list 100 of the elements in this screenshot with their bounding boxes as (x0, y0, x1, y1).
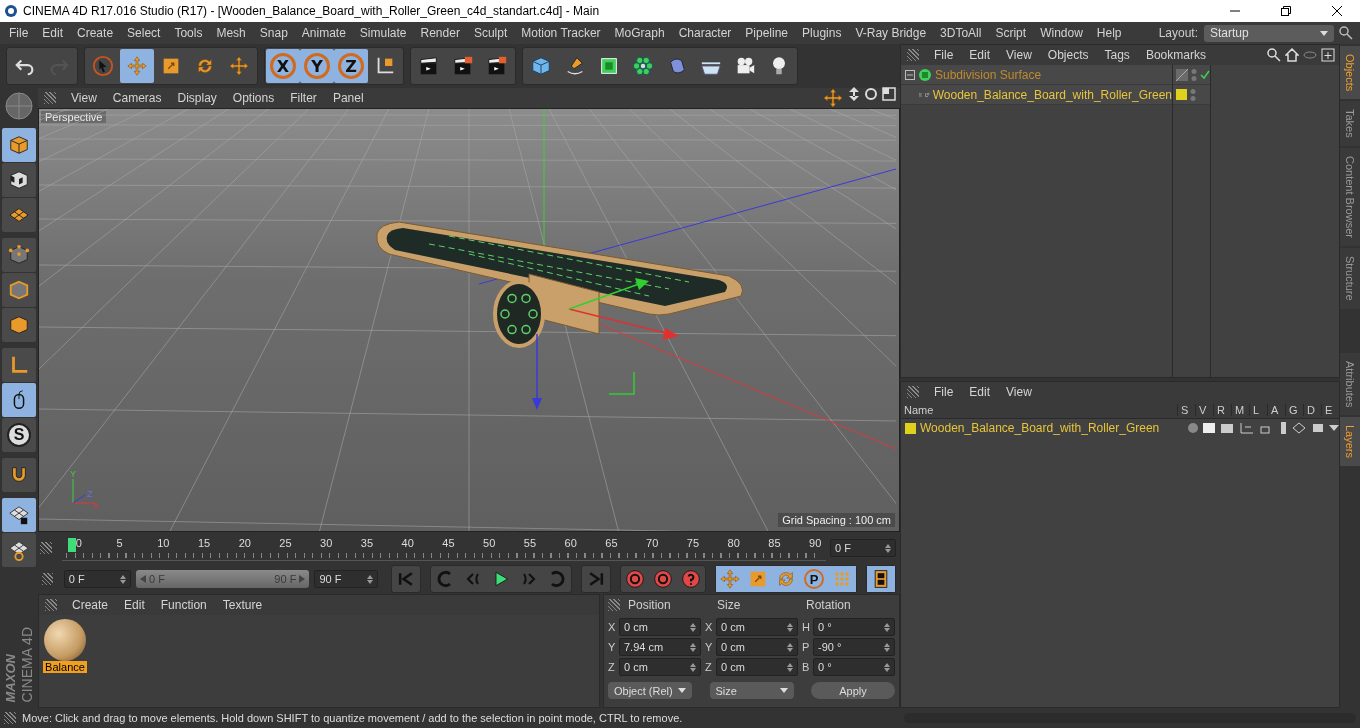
menu-item[interactable]: Options (225, 91, 282, 105)
menu-item[interactable]: Filter (283, 91, 324, 105)
playback-button[interactable]: P (800, 566, 828, 592)
mode-button[interactable] (2, 533, 36, 567)
number-field[interactable]: 0 cm (716, 658, 798, 676)
menu-item[interactable]: Mesh (209, 26, 253, 40)
column-header[interactable]: L (1249, 404, 1267, 416)
menu-item[interactable]: V-Ray Bridge (848, 26, 934, 40)
column-header[interactable]: A (1267, 404, 1285, 416)
menu-item[interactable]: Edit (962, 48, 998, 62)
timeline-ruler[interactable]: 0 5 10 15 20 25 30 35 40 45 50 55 60 65 70 75 80 85 90 (62, 535, 826, 561)
object-row[interactable]: Wooden_Balance_Board_with_Roller_Green (901, 85, 1172, 105)
layer-color-swatch[interactable] (905, 422, 916, 434)
menu-item[interactable]: Create (65, 598, 116, 612)
grip-icon[interactable] (42, 573, 53, 585)
number-field[interactable]: -90 ° (813, 638, 895, 656)
layer-flags-drawing[interactable] (1187, 422, 1339, 434)
mode-button[interactable] (2, 498, 36, 532)
axis-lock-button[interactable]: Z (334, 49, 368, 83)
menu-item[interactable]: Window (1033, 26, 1090, 40)
mode-button[interactable] (2, 163, 36, 197)
menu-item[interactable]: Edit (117, 598, 152, 612)
number-field[interactable]: 0 cm (619, 618, 701, 636)
number-field[interactable]: 7.94 cm (619, 638, 701, 656)
viewport[interactable]: Perspective Y Z X Grid Spacing : 100 cm (38, 108, 900, 532)
grip-icon[interactable] (40, 542, 52, 554)
grip-icon[interactable] (44, 92, 56, 104)
grip-icon[interactable] (4, 712, 16, 724)
grip-icon[interactable] (907, 386, 919, 398)
column-header[interactable]: E (1321, 404, 1339, 416)
number-field[interactable]: 0 cm (716, 618, 798, 636)
menu-item[interactable]: Function (153, 598, 214, 612)
menu-item[interactable]: File (927, 385, 961, 399)
menu-item[interactable]: MoGraph (607, 26, 672, 40)
column-header[interactable]: Name (901, 404, 1177, 416)
playhead[interactable] (67, 538, 76, 552)
menu-item[interactable]: Texture (215, 598, 270, 612)
visibility-dots-icon[interactable] (1191, 67, 1197, 82)
checkmark-icon[interactable] (1200, 69, 1210, 80)
side-tab[interactable]: Objects (1340, 46, 1360, 100)
orbit-icon[interactable] (864, 87, 878, 101)
menu-item[interactable]: View (999, 385, 1039, 399)
menu-item[interactable]: Tags (1097, 48, 1137, 62)
grip-icon[interactable] (608, 599, 620, 611)
menu-item[interactable]: Create (70, 26, 121, 40)
menu-item[interactable]: View (64, 91, 104, 105)
number-field[interactable]: 0 ° (813, 658, 895, 676)
side-tab[interactable]: Content Browser (1340, 148, 1360, 246)
grip-icon[interactable] (45, 599, 57, 611)
current-frame-field[interactable]: 0 F (830, 539, 896, 557)
number-field[interactable]: 0 ° (813, 618, 895, 636)
layout-dropdown[interactable]: Startup (1204, 24, 1334, 42)
menu-item[interactable]: Character (671, 26, 739, 40)
menu-item[interactable]: Edit (962, 385, 998, 399)
mode-button[interactable] (2, 383, 36, 417)
menu-item[interactable]: Pipeline (738, 26, 796, 40)
menu-item[interactable]: View (999, 48, 1039, 62)
maximize-icon[interactable] (882, 87, 896, 101)
menu-item[interactable]: Plugins (795, 26, 849, 40)
column-header[interactable]: D (1303, 404, 1321, 416)
coordinate-mode-dropdown[interactable]: Object (Rel) (608, 682, 692, 699)
mode-button[interactable] (2, 458, 36, 492)
side-tab[interactable]: Structure (1340, 248, 1360, 309)
start-frame-field[interactable]: 0 F (63, 570, 131, 588)
layer-color-swatch[interactable] (1176, 89, 1187, 100)
menu-item[interactable]: Help (1089, 26, 1129, 40)
grip-icon[interactable] (907, 49, 919, 61)
menu-item[interactable]: Motion Tracker (514, 26, 608, 40)
axis-lock-button[interactable]: Y (300, 49, 334, 83)
size-mode-dropdown[interactable]: Size (709, 682, 794, 699)
layer-row[interactable]: Wooden_Balance_Board_with_Roller_Green (901, 419, 1339, 437)
right-arrow-icon[interactable] (299, 575, 306, 583)
sphere-icon[interactable] (3, 90, 35, 122)
playback-button[interactable] (867, 566, 895, 592)
search-icon[interactable] (1267, 48, 1281, 62)
column-header[interactable]: V (1195, 404, 1213, 416)
menu-item[interactable]: Objects (1040, 48, 1096, 62)
new-panel-icon[interactable] (1321, 48, 1335, 62)
search-icon[interactable] (1339, 26, 1353, 40)
menu-item[interactable]: File (927, 48, 961, 62)
up-down-arrows-icon[interactable] (848, 87, 860, 101)
column-header[interactable]: R (1213, 404, 1231, 416)
material-name[interactable]: Balance (43, 661, 87, 673)
menu-item[interactable]: Display (170, 91, 224, 105)
column-header[interactable]: G (1285, 404, 1303, 416)
menu-item[interactable]: Script (988, 26, 1034, 40)
number-field[interactable]: 0 cm (716, 638, 798, 656)
menu-item[interactable]: Bookmarks (1138, 48, 1213, 62)
menu-item[interactable]: Tools (167, 26, 210, 40)
column-header[interactable]: M (1231, 404, 1249, 416)
apply-button[interactable]: Apply (811, 682, 895, 699)
menu-item[interactable]: Edit (35, 26, 71, 40)
menu-item[interactable]: Simulate (352, 26, 414, 40)
column-header[interactable]: S (1177, 404, 1195, 416)
mode-button[interactable]: S (2, 418, 36, 452)
side-tab[interactable]: Layers (1340, 416, 1360, 466)
menu-item[interactable]: Snap (252, 26, 295, 40)
number-field[interactable]: 0 cm (619, 658, 701, 676)
menu-item[interactable]: Cameras (105, 91, 169, 105)
end-frame-field[interactable]: 90 F (314, 570, 378, 588)
